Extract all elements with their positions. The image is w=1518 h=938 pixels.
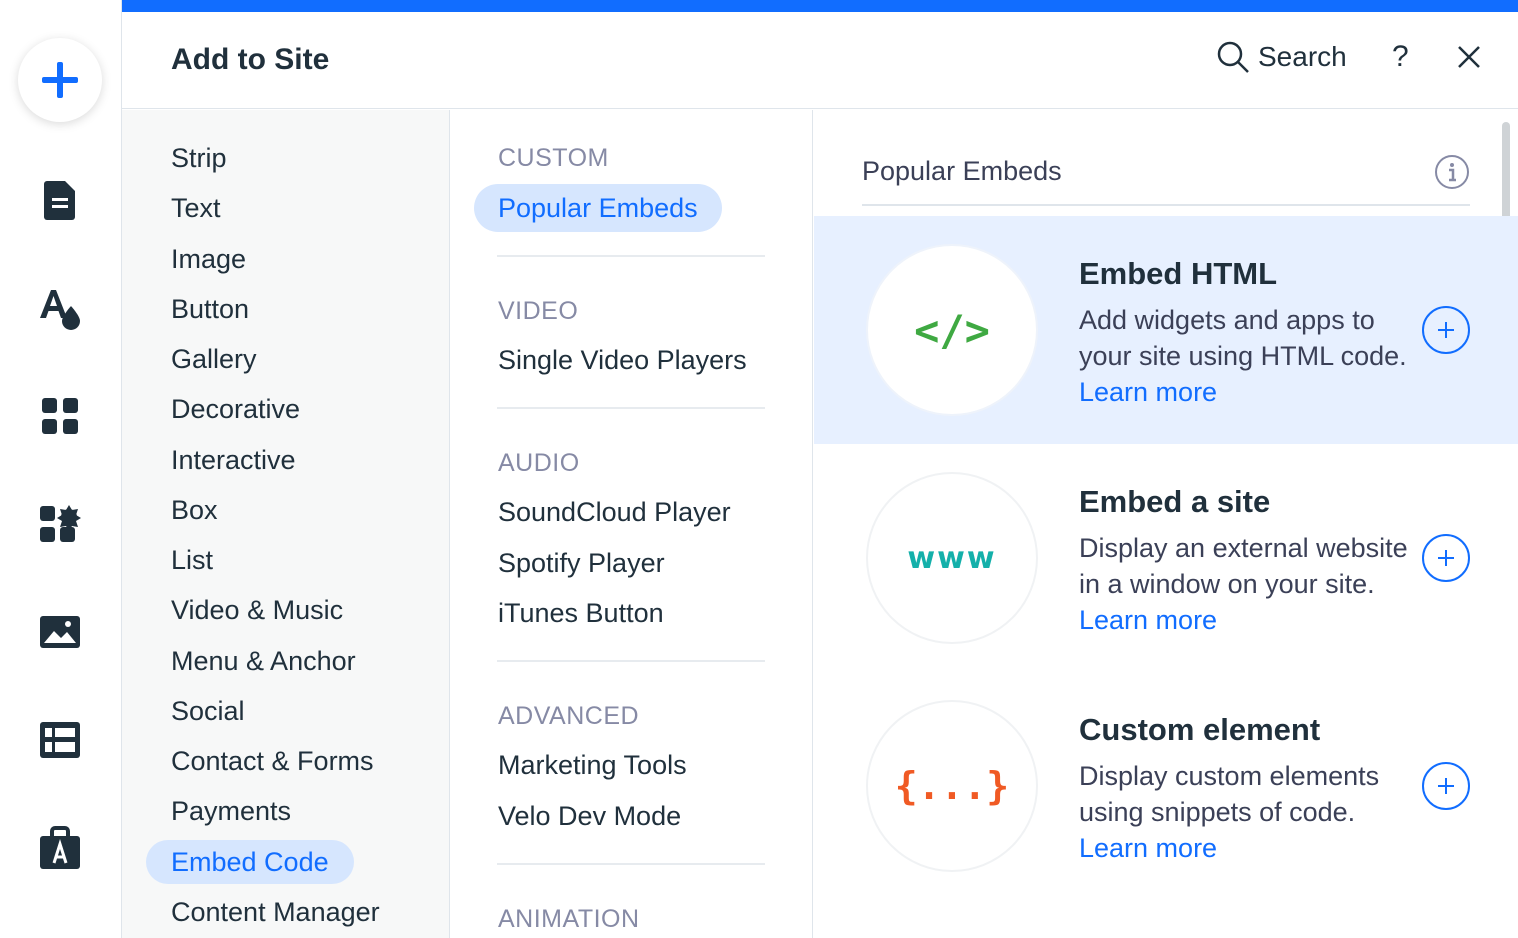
search-button[interactable]: Search: [1216, 40, 1347, 74]
divider: [497, 255, 765, 257]
embed-html-thumbnail: </>: [866, 244, 1038, 416]
market-button[interactable]: [36, 824, 84, 872]
plus-icon: [1438, 550, 1454, 566]
panel-header: Add to Site Search ?: [122, 12, 1518, 109]
learn-more-link[interactable]: Learn more: [1079, 605, 1217, 635]
add-embed-site-button[interactable]: [1422, 534, 1470, 582]
custom-element-card[interactable]: {...} Custom element Display custom elem…: [814, 672, 1518, 900]
pages-button[interactable]: [36, 176, 84, 224]
category-image[interactable]: Image: [146, 237, 271, 281]
category-video-music[interactable]: Video & Music: [146, 588, 368, 632]
subcategory-soundcloud-player[interactable]: SoundCloud Player: [498, 497, 731, 528]
category-payments[interactable]: Payments: [146, 789, 316, 833]
close-icon[interactable]: [1456, 44, 1482, 70]
search-icon: [1217, 41, 1249, 73]
search-label: Search: [1258, 41, 1347, 72]
category-social[interactable]: Social: [146, 689, 270, 733]
category-contact-forms[interactable]: Contact & Forms: [146, 739, 399, 783]
editor-root: Add to Site Search ? Strip Text Image Bu…: [0, 0, 1518, 938]
business-button[interactable]: [36, 500, 84, 548]
apps-icon: [42, 398, 78, 434]
embed-site-card[interactable]: www Embed a site Display an external web…: [814, 444, 1518, 672]
divider: [497, 407, 765, 409]
learn-more-link[interactable]: Learn more: [1079, 833, 1217, 863]
category-list[interactable]: List: [146, 538, 238, 582]
category-interactive[interactable]: Interactive: [146, 438, 321, 482]
content-title: Popular Embeds: [862, 156, 1062, 186]
subcategory-popular-embeds[interactable]: Popular Embeds: [474, 184, 722, 232]
divider: [497, 660, 765, 662]
card-title: Custom element: [1079, 712, 1321, 747]
subcategory-single-video-players[interactable]: Single Video Players: [498, 345, 747, 376]
category-text[interactable]: Text: [146, 186, 246, 230]
category-decorative[interactable]: Decorative: [146, 387, 325, 431]
embed-site-thumbnail: www: [866, 472, 1038, 644]
plus-icon: [1438, 322, 1454, 338]
left-toolbar: [0, 0, 122, 938]
category-menu-anchor[interactable]: Menu & Anchor: [146, 639, 381, 683]
media-button[interactable]: [36, 608, 84, 656]
subcategory-spotify-player[interactable]: Spotify Player: [498, 548, 665, 579]
category-content-manager[interactable]: Content Manager: [146, 890, 405, 934]
subcategory-itunes-button[interactable]: iTunes Button: [498, 598, 664, 629]
market-icon: [40, 826, 80, 869]
card-title: Embed a site: [1079, 484, 1271, 519]
subcategory-list: CUSTOM Popular Embeds VIDEO Single Video…: [451, 110, 813, 938]
embed-html-card[interactable]: </> Embed HTML Add widgets and apps to y…: [814, 216, 1518, 444]
code-icon: </>: [914, 305, 990, 355]
info-icon[interactable]: [1434, 154, 1470, 190]
panel-title: Add to Site: [171, 43, 330, 76]
section-heading-advanced: ADVANCED: [498, 702, 640, 730]
category-box[interactable]: Box: [146, 488, 243, 532]
cms-icon: [40, 722, 80, 758]
category-list: Strip Text Image Button Gallery Decorati…: [122, 110, 450, 938]
section-heading-video: VIDEO: [498, 297, 579, 325]
card-description: Add widgets and apps to your site using …: [1079, 305, 1407, 407]
card-title: Embed HTML: [1079, 256, 1278, 291]
braces-icon: {...}: [894, 764, 1010, 808]
plus-icon: [1438, 778, 1454, 794]
card-description: Display custom elements using snippets o…: [1079, 761, 1380, 863]
custom-element-thumbnail: {...}: [866, 700, 1038, 872]
category-gallery[interactable]: Gallery: [146, 337, 282, 381]
category-button[interactable]: Button: [146, 287, 274, 331]
content-title-divider: [862, 204, 1470, 206]
add-embed-html-button[interactable]: [1422, 306, 1470, 354]
learn-more-link[interactable]: Learn more: [1079, 377, 1217, 407]
apps-button[interactable]: [36, 392, 84, 440]
content-panel: Popular Embeds </> Embed HTML Add widget…: [814, 110, 1518, 938]
subcategory-marketing-tools[interactable]: Marketing Tools: [498, 750, 687, 781]
business-icon: [40, 505, 81, 542]
help-button[interactable]: ?: [1392, 40, 1409, 74]
subcategory-velo-dev-mode[interactable]: Velo Dev Mode: [498, 801, 681, 832]
www-icon: www: [907, 540, 997, 576]
add-elements-button[interactable]: [18, 38, 102, 122]
plus-icon: [42, 62, 78, 98]
media-icon: [40, 616, 80, 648]
design-button[interactable]: [36, 284, 84, 332]
category-strip[interactable]: Strip: [146, 136, 252, 180]
section-heading-audio: AUDIO: [498, 449, 580, 477]
divider: [497, 863, 765, 865]
top-accent-bar: [122, 0, 1518, 12]
card-description: Display an external website in a window …: [1079, 533, 1408, 635]
pages-icon: [44, 181, 75, 220]
category-embed-code[interactable]: Embed Code: [146, 840, 354, 884]
cms-button[interactable]: [36, 716, 84, 764]
section-heading-custom: CUSTOM: [498, 144, 609, 172]
section-heading-animation: ANIMATION: [498, 905, 640, 933]
add-custom-element-button[interactable]: [1422, 762, 1470, 810]
design-icon: [40, 290, 80, 330]
